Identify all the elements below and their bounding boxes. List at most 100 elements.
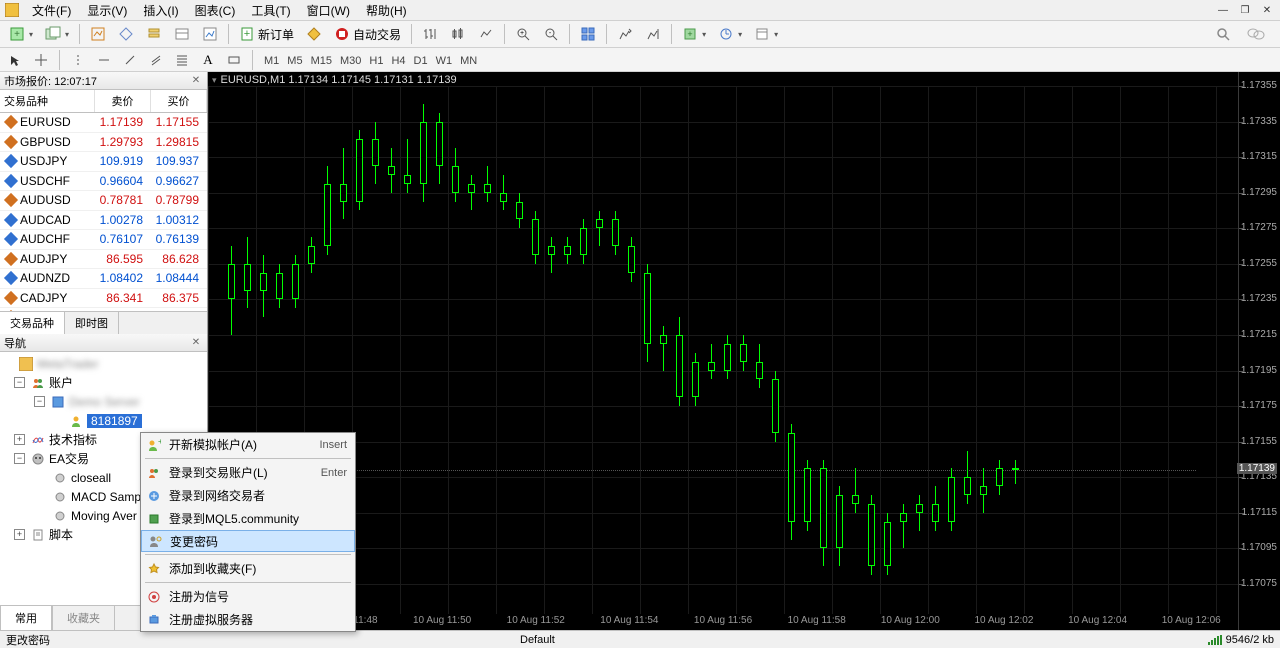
y-label: 1.17355 [1241,80,1277,91]
market-watch-button[interactable] [85,23,111,45]
menu-help[interactable]: 帮助(H) [358,0,415,21]
ctx-item-4[interactable]: 变更密码 [141,530,355,552]
restore-button[interactable]: ❐ [1236,2,1254,18]
navigator-button[interactable] [141,23,167,45]
search-button[interactable] [1210,23,1236,45]
market-row[interactable]: CADJPY86.34186.375 [0,289,207,309]
expand-indicators[interactable]: + [14,434,25,445]
timeframe-D1[interactable]: D1 [410,54,432,68]
ea-label[interactable]: EA交易 [49,450,89,467]
bar-chart-button[interactable] [417,23,443,45]
crosshair-button[interactable] [30,49,52,71]
ctx-item-3[interactable]: 登录到MQL5.community [141,507,355,530]
indicators-label[interactable]: 技术指标 [49,431,97,448]
menu-view[interactable]: 显示(V) [79,0,135,21]
ea-item-1[interactable]: MACD Samp [71,490,141,504]
nav-tab-favorites[interactable]: 收藏夹 [52,605,115,630]
timeframe-M1[interactable]: M1 [260,54,283,68]
col-bid[interactable]: 卖价 [95,90,151,112]
market-row[interactable]: USDJPY109.919109.937 [0,152,207,172]
col-symbol[interactable]: 交易品种 [0,90,95,112]
data-window-button[interactable] [113,23,139,45]
timeframe-W1[interactable]: W1 [432,54,457,68]
timeframe-MN[interactable]: MN [456,54,481,68]
ea-item-0[interactable]: closeall [71,471,111,485]
timeframe-M5[interactable]: M5 [283,54,306,68]
nav-tab-common[interactable]: 常用 [0,605,52,630]
menu-charts[interactable]: 图表(C) [187,0,244,21]
scroll-down-icon[interactable]: ⌄ [195,310,207,311]
profiles-button[interactable]: ▾ [40,23,74,45]
market-row[interactable]: AUDUSD0.787810.78799 [0,191,207,211]
timeframe-H1[interactable]: H1 [365,54,387,68]
col-ask[interactable]: 买价 [151,90,207,112]
navigator-close-icon[interactable]: ✕ [189,336,203,350]
periodicity-button[interactable]: ▾ [713,23,747,45]
auto-scroll-button[interactable] [640,23,666,45]
market-row[interactable]: EURUSD1.171391.17155 [0,113,207,133]
menu-window[interactable]: 窗口(W) [299,0,358,21]
tile-windows-button[interactable] [575,23,601,45]
zoom-in-button[interactable]: + [510,23,536,45]
market-watch-close-icon[interactable]: ✕ [189,74,203,88]
metaeditor-button[interactable] [301,23,327,45]
market-row[interactable]: USDCHF0.966040.96627 [0,172,207,192]
strategy-tester-button[interactable] [197,23,223,45]
ctx-item-0[interactable]: +开新模拟帐户(A)Insert [141,433,355,456]
expand-ea[interactable]: − [14,453,25,464]
terminal-button[interactable] [169,23,195,45]
market-row[interactable]: AUDNZD1.084021.08444 [0,269,207,289]
status-left: 更改密码 [6,632,50,648]
ctx-item-5[interactable]: 添加到收藏夹(F) [141,557,355,580]
selected-account[interactable]: 8181897 [87,414,142,428]
market-row[interactable]: CADCHF0.758800.75917⌄ [0,308,207,311]
market-row[interactable]: GBPUSD1.297931.29815 [0,133,207,153]
line-chart-button[interactable] [473,23,499,45]
market-row[interactable]: AUDCHF0.761070.76139 [0,230,207,250]
expand-server[interactable]: − [34,396,45,407]
market-row[interactable]: AUDJPY86.59586.628 [0,250,207,270]
ctx-item-2[interactable]: 登录到网络交易者 [141,484,355,507]
chart-area[interactable]: ▾EURUSD,M1 1.17134 1.17145 1.17131 1.171… [208,72,1280,630]
ctx-item-6[interactable]: 注册为信号 [141,585,355,608]
expand-accounts[interactable]: − [14,377,25,388]
fibo-button[interactable] [171,49,193,71]
accounts-label[interactable]: 账户 [49,374,73,391]
shift-chart-button[interactable] [612,23,638,45]
label-button[interactable] [223,49,245,71]
hline-button[interactable] [93,49,115,71]
ea-item-2[interactable]: Moving Aver [71,509,137,523]
autotrading-button[interactable]: 自动交易 [329,23,406,45]
menu-insert[interactable]: 插入(I) [135,0,186,21]
close-button[interactable]: ✕ [1258,2,1276,18]
cursor-button[interactable] [4,49,26,71]
status-profile[interactable]: Default [520,634,555,646]
expand-scripts[interactable]: + [14,529,25,540]
tab-symbols[interactable]: 交易品种 [0,312,65,334]
candle [628,72,636,630]
chart-dropdown-icon[interactable]: ▾ [212,75,217,86]
menu-tools[interactable]: 工具(T) [243,0,298,21]
timeframe-M15[interactable]: M15 [307,54,336,68]
text-button[interactable]: A [197,49,219,71]
candle-chart-button[interactable] [445,23,471,45]
new-chart-button[interactable]: +▾ [4,23,38,45]
market-row[interactable]: AUDCAD1.002781.00312 [0,211,207,231]
tab-tick-chart[interactable]: 即时图 [65,312,119,334]
templates-button[interactable]: ▾ [749,23,783,45]
candle [948,72,956,630]
scripts-label[interactable]: 脚本 [49,526,73,543]
ctx-item-7[interactable]: 注册虚拟服务器 [141,608,355,631]
timeframe-H4[interactable]: H4 [387,54,409,68]
menu-file[interactable]: 文件(F) [24,0,79,21]
channel-button[interactable] [145,49,167,71]
timeframe-M30[interactable]: M30 [336,54,365,68]
chat-button[interactable] [1242,23,1270,45]
trendline-button[interactable] [119,49,141,71]
minimize-button[interactable]: — [1214,2,1232,18]
zoom-out-button[interactable]: - [538,23,564,45]
new-order-button[interactable]: +新订单 [234,23,299,45]
ctx-item-1[interactable]: 登录到交易账户(L)Enter [141,461,355,484]
indicators-button[interactable]: +▾ [677,23,711,45]
vline-button[interactable] [67,49,89,71]
